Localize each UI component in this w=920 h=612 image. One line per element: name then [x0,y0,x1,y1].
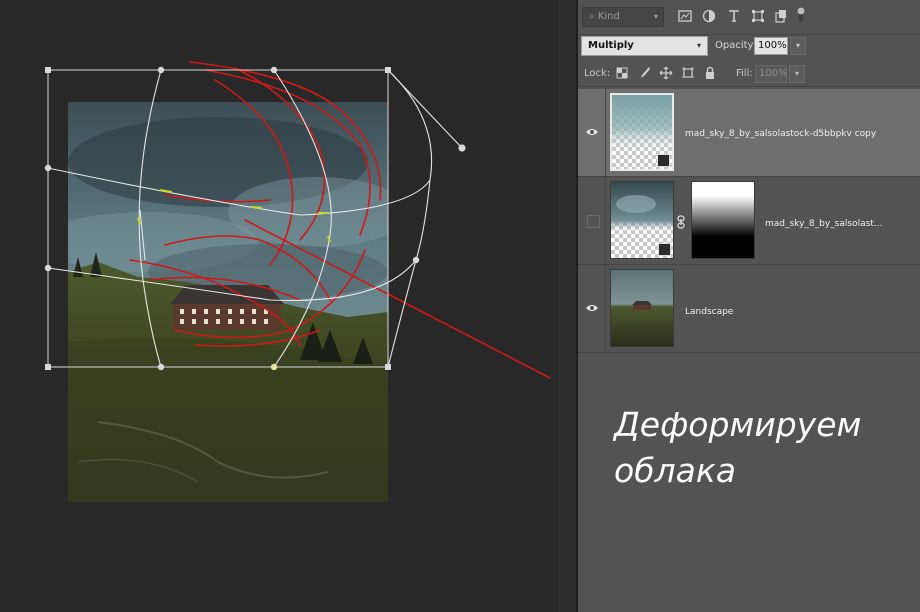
warp-bounding-box [47,69,389,368]
blend-row: Multiply ▾ Opacity: 100% ▾ [578,34,920,58]
lock-transparent-pixels-icon[interactable] [615,66,629,80]
fill-label: Fill: [736,68,753,79]
layer-thumbnail[interactable] [610,181,674,259]
layer-row-sky-copy[interactable]: mad_sky_8_by_salsolastock-d5bbpkv copy [578,89,920,177]
lock-image-pixels-icon[interactable] [637,66,651,80]
fill-input[interactable]: 100% [755,65,788,83]
filter-smart-object-icon[interactable] [774,9,788,23]
caption-line-1: Деформируем [614,405,862,444]
tutorial-caption: Деформируем облака [614,402,914,494]
fill-dropdown-button[interactable]: ▾ [789,65,805,83]
red-annotation-strokes [129,61,551,379]
warp-mesh-highlights [137,189,331,243]
filter-type-icon[interactable] [727,9,741,23]
warp-transform-overlay[interactable] [0,0,558,612]
layer-filter-row: ⌕ Kind ▾ [578,0,920,35]
lock-row: Lock: Fill: 100% ▾ [578,62,920,87]
search-icon: ⌕ [589,11,595,22]
panel-gutter [558,0,578,612]
smart-object-badge-icon [657,154,670,167]
visibility-toggle[interactable] [578,89,606,177]
opacity-dropdown-button[interactable]: ▾ [790,37,806,55]
opacity-label: Opacity: [715,40,757,51]
eye-icon [586,129,598,135]
blend-mode-select[interactable]: Multiply ▾ [581,36,708,56]
lock-label: Lock: [584,68,611,79]
warp-mesh-lines [47,69,463,368]
filter-pixel-icon[interactable] [678,9,692,23]
blend-mode-value: Multiply [588,40,634,51]
layer-row-landscape[interactable]: Landscape [578,265,920,353]
smart-object-badge-icon [658,243,671,256]
layer-thumbnail[interactable] [610,269,674,347]
layer-name[interactable]: mad_sky_8_by_salsolastock-d5bbpkv copy [685,129,876,139]
mask-link-icon[interactable] [676,215,686,229]
hidden-visibility-box [587,215,600,228]
chevron-down-icon: ▾ [653,12,658,21]
layer-mask-thumbnail[interactable] [691,181,755,259]
layer-name[interactable]: Landscape [685,307,733,317]
filter-toggle-icon[interactable] [796,6,806,24]
layer-thumbnail[interactable] [610,93,674,171]
filter-kind-select[interactable]: ⌕ Kind ▾ [582,7,664,27]
filter-adjustment-icon[interactable] [702,9,716,23]
lock-position-icon[interactable] [659,66,673,80]
lock-artboard-icon[interactable] [681,66,695,80]
chevron-down-icon: ▾ [696,41,701,50]
lock-all-icon[interactable] [703,66,717,80]
document-canvas[interactable] [0,0,558,612]
eye-icon [586,305,598,311]
filter-shape-icon[interactable] [751,9,765,23]
opacity-input[interactable]: 100% [754,37,788,55]
caption-line-2: облака [614,451,737,490]
filter-kind-label: Kind [597,11,620,22]
visibility-toggle[interactable] [578,265,606,353]
chevron-down-icon: ▾ [794,69,799,78]
visibility-toggle[interactable] [578,177,606,265]
layers-panel: ⌕ Kind ▾ Multiply ▾ Opacity: 100% ▾ Lock… [578,0,920,612]
layer-name[interactable]: mad_sky_8_by_salsolast... [765,219,882,229]
layer-row-sky-masked[interactable]: mad_sky_8_by_salsolast... [578,177,920,265]
chevron-down-icon: ▾ [795,41,800,50]
